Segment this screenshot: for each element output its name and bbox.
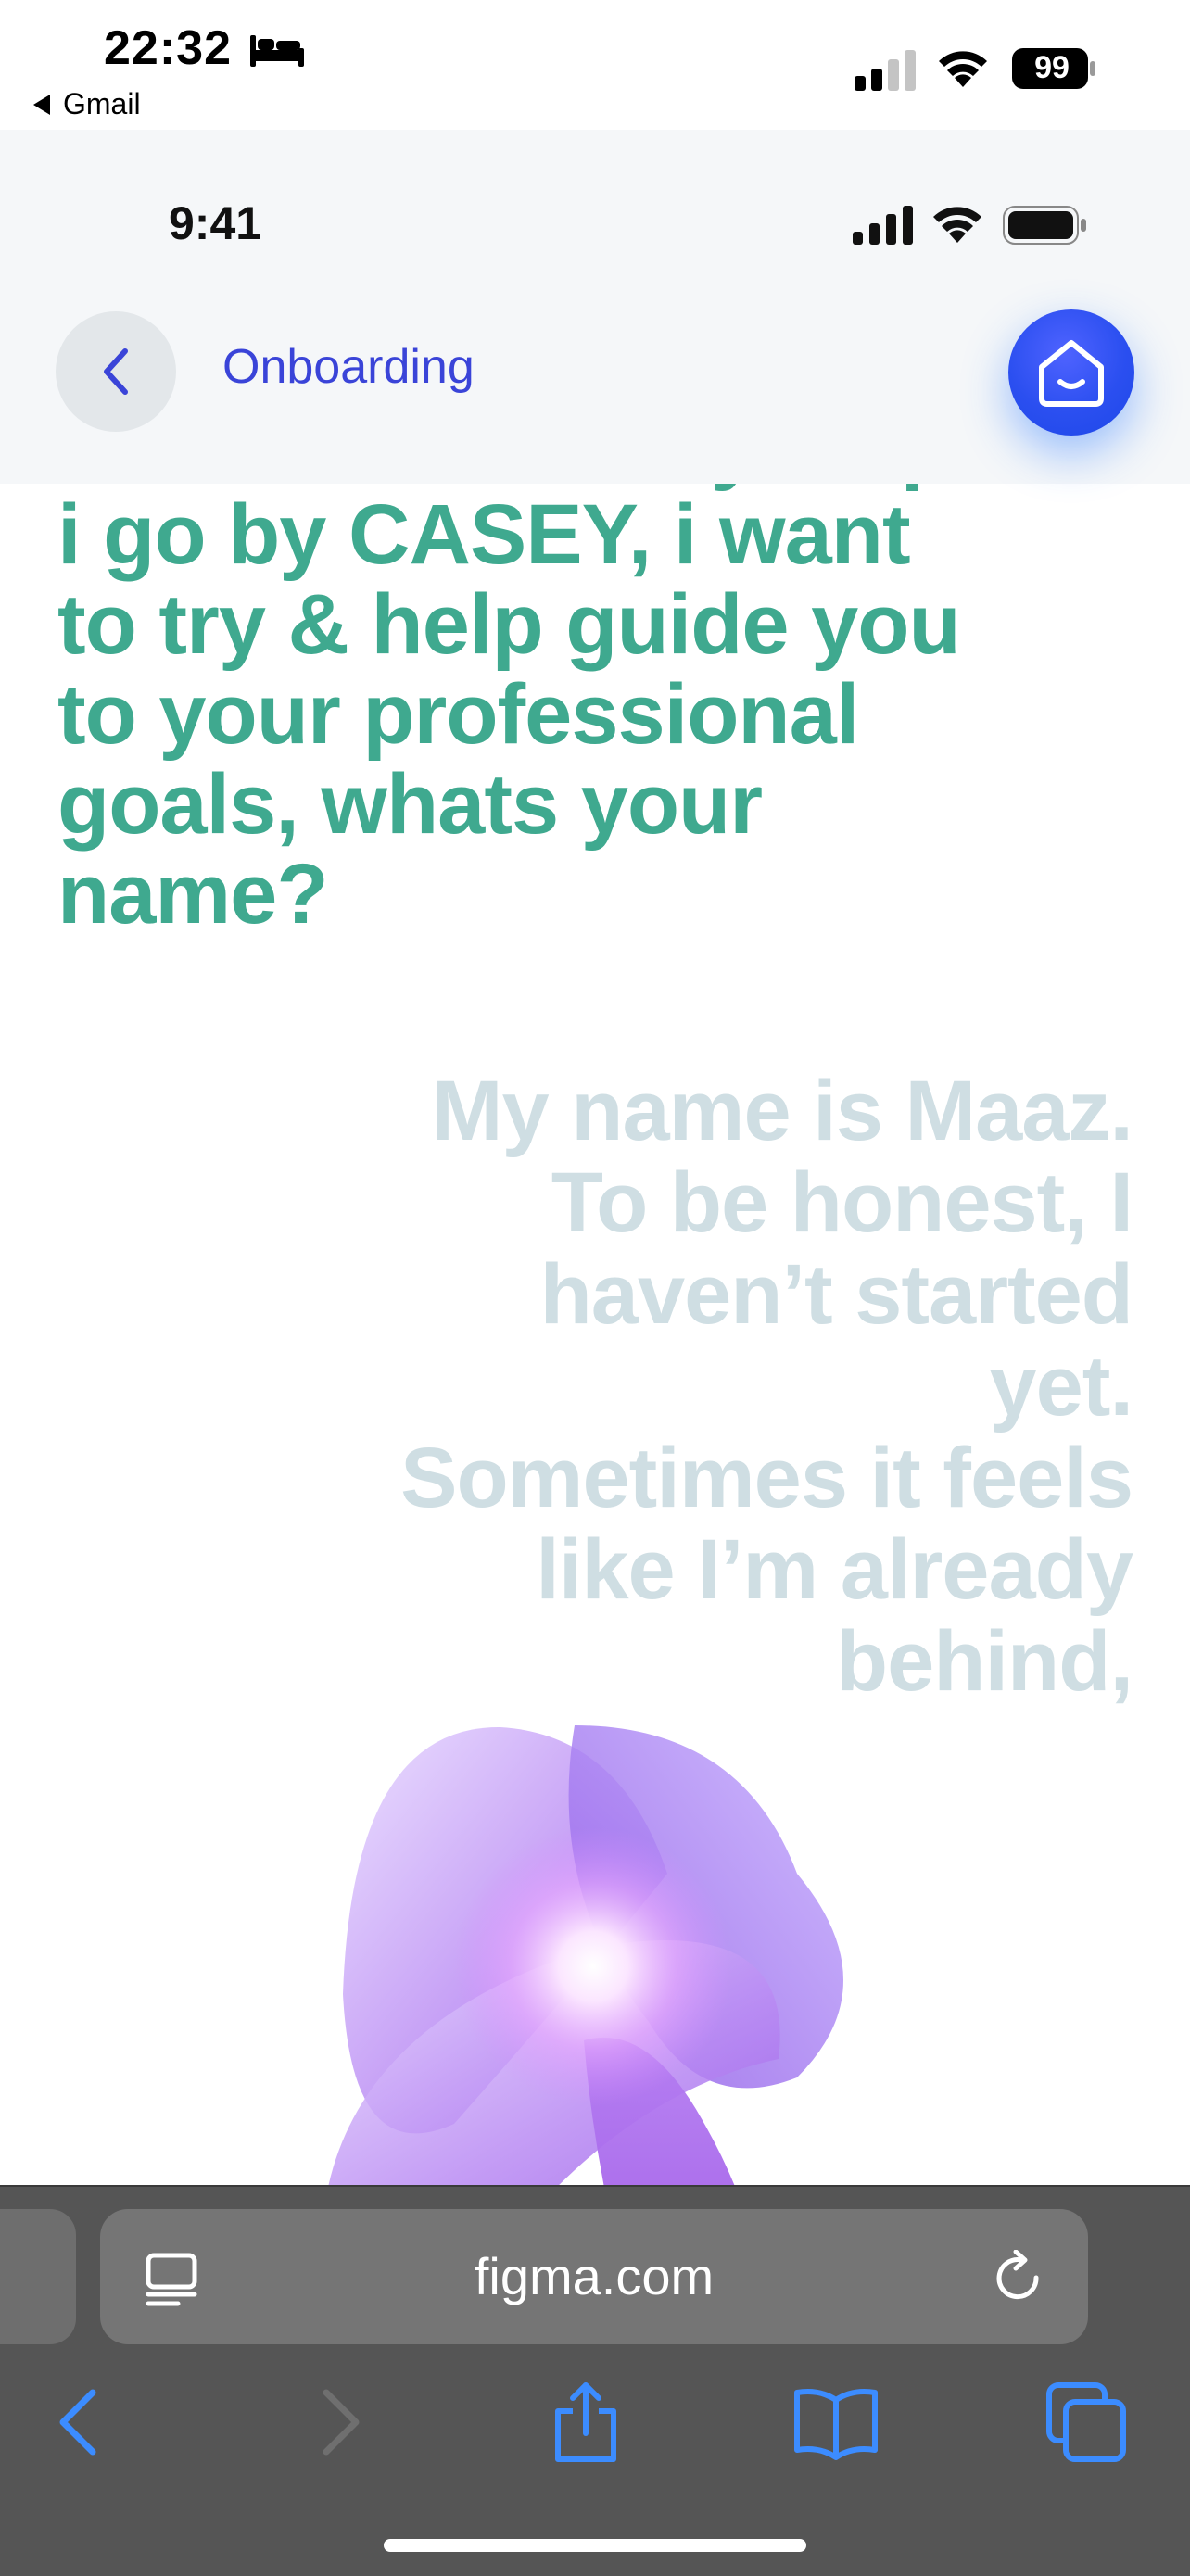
- prototype-battery-icon: [1003, 206, 1086, 245]
- share-icon[interactable]: [541, 2378, 630, 2467]
- prototype-wifi-icon: [933, 207, 981, 243]
- bed-icon: [250, 35, 304, 67]
- back-app-label: Gmail: [63, 87, 141, 121]
- back-to-app-link[interactable]: Gmail: [33, 85, 141, 121]
- address-bar[interactable]: figma.com: [100, 2209, 1088, 2344]
- wifi-icon: [939, 51, 987, 87]
- assistant-message: chunks can really help. i go by CASEY, i…: [57, 484, 975, 941]
- home-indicator[interactable]: [384, 2539, 806, 2552]
- user-message-line: haven’t started: [539, 1247, 1133, 1342]
- browser-toolbar: figma.com: [0, 2185, 1190, 2576]
- cellular-signal-icon: [855, 50, 916, 91]
- user-message-line: yet.: [989, 1339, 1133, 1433]
- chevron-left-icon: [104, 348, 128, 395]
- assistant-orb-graphic: [328, 1725, 843, 2185]
- tabs-icon[interactable]: [1042, 2378, 1131, 2467]
- battery-percentage: 99: [1034, 50, 1070, 85]
- user-message: My name is Maaz. To be honest, I haven’t…: [132, 1066, 1133, 1708]
- user-message-line: like I’m already: [536, 1522, 1133, 1617]
- bookmarks-icon[interactable]: [791, 2378, 880, 2467]
- home-button[interactable]: [1008, 309, 1134, 436]
- system-clock: 22:32: [104, 21, 232, 75]
- reload-icon[interactable]: [990, 2250, 1047, 2307]
- user-message-line: Sometimes it feels: [400, 1431, 1133, 1525]
- back-button[interactable]: [56, 311, 176, 432]
- user-message-line: My name is Maaz.: [431, 1064, 1133, 1158]
- forward-arrow-icon[interactable]: [295, 2378, 384, 2467]
- page-title: Onboarding: [222, 340, 475, 394]
- user-message-line: To be honest, I: [551, 1155, 1133, 1250]
- back-arrow-icon[interactable]: [35, 2378, 124, 2467]
- prototype-header: [0, 130, 1190, 484]
- home-face-icon: [1039, 340, 1104, 407]
- system-status-bar: 22:32 Gmail 99: [0, 0, 1190, 130]
- url-text: figma.com: [474, 2247, 715, 2305]
- conversation-area: chunks can really help. i go by CASEY, i…: [0, 484, 1190, 2185]
- previous-tab-preview[interactable]: [0, 2209, 76, 2344]
- back-triangle-icon: [33, 94, 50, 115]
- prototype-signal-icon: [853, 206, 913, 245]
- prototype-clock: 9:41: [169, 197, 262, 249]
